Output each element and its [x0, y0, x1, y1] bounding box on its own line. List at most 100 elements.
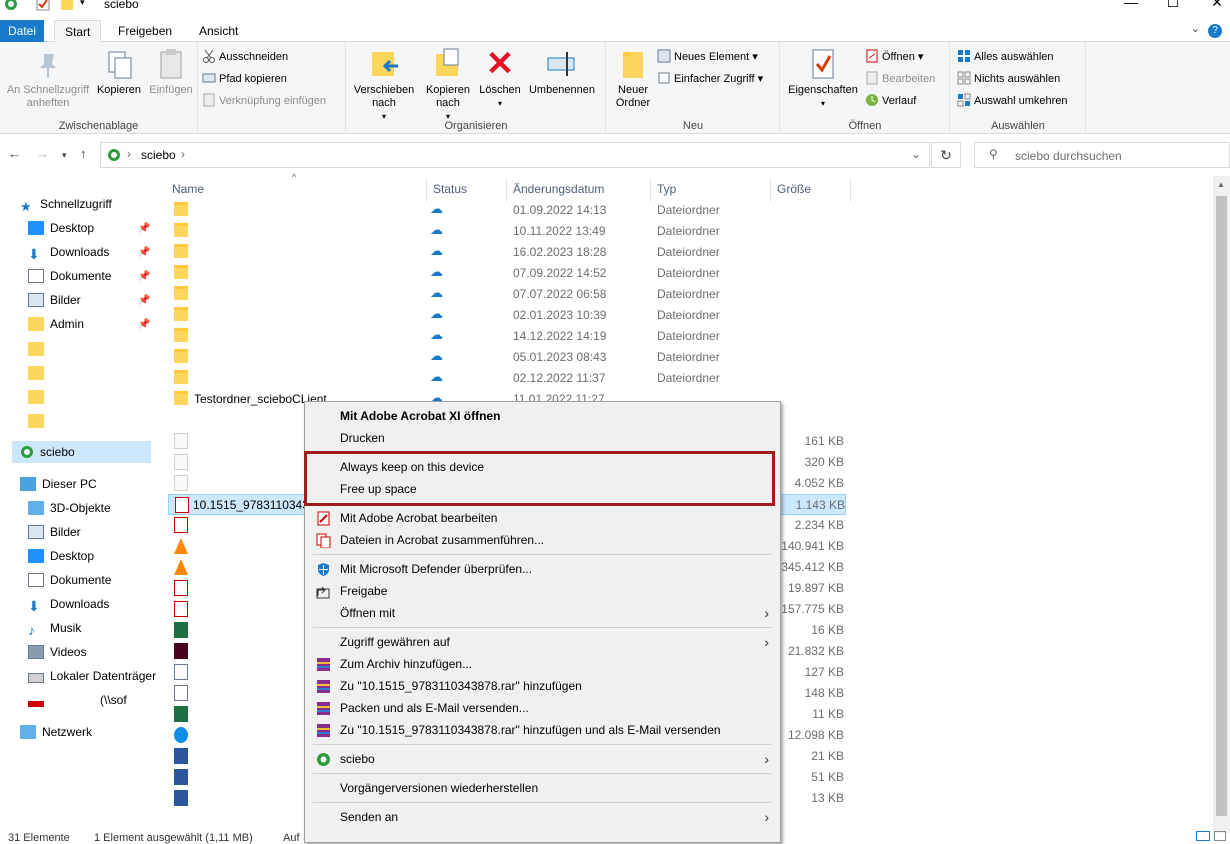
help-icon[interactable]: ?	[1208, 24, 1222, 38]
paste-button[interactable]: Einfügen	[146, 46, 196, 97]
nav-pc-downloads[interactable]: ⬇ Downloads	[28, 593, 109, 615]
table-row[interactable]: ☁ 02.01.2023 10:39 Dateiordner	[168, 305, 846, 326]
menu-edit-acrobat[interactable]: Mit Adobe Acrobat bearbeiten	[308, 507, 777, 529]
column-header-type[interactable]: Typ	[657, 182, 676, 196]
column-separator[interactable]	[770, 178, 771, 202]
nav-pc-pictures[interactable]: Bilder	[28, 521, 81, 543]
menu-restore-versions[interactable]: Vorgängerversionen wiederherstellen	[308, 777, 777, 799]
column-header-status[interactable]: Status	[433, 182, 467, 196]
select-all-button[interactable]: Alles auswählen	[957, 47, 1054, 67]
menu-share[interactable]: Freigabe	[308, 580, 777, 602]
breadcrumb[interactable]: sciebo	[141, 148, 176, 162]
menu-print[interactable]: Drucken	[308, 427, 777, 449]
nav-network-drive[interactable]: (\\sof	[28, 689, 127, 711]
nav-pc-documents[interactable]: Dokumente	[28, 569, 111, 591]
properties-quick-icon[interactable]	[36, 0, 50, 13]
nav-quick-access[interactable]: ★ Schnellzugriff	[20, 193, 112, 215]
table-row[interactable]: ☁ 07.09.2022 14:52 Dateiordner	[168, 263, 846, 284]
column-separator[interactable]	[850, 178, 851, 202]
new-folder-quick-icon[interactable]	[60, 0, 74, 13]
tab-start[interactable]: Start	[54, 20, 102, 43]
properties-button[interactable]: Eigenschaften ▾	[785, 46, 861, 110]
nav-desktop[interactable]: Desktop	[28, 217, 94, 239]
nav-folder-blurred[interactable]	[28, 386, 50, 408]
paste-shortcut-button[interactable]: Verknüpfung einfügen	[202, 91, 326, 111]
forward-arrow-icon[interactable]: →	[36, 146, 49, 161]
copy-to-button[interactable]: Kopieren nach ▾	[419, 46, 477, 123]
nav-folder-blurred[interactable]	[28, 338, 50, 360]
nav-music[interactable]: ♪ Musik	[28, 617, 81, 639]
rename-button[interactable]: Umbenennen	[525, 46, 599, 97]
menu-add-archive[interactable]: Zum Archiv hinzufügen...	[308, 653, 777, 675]
invert-selection-button[interactable]: Auswahl umkehren	[957, 91, 1068, 111]
column-header-date[interactable]: Änderungsdatum	[513, 182, 604, 196]
column-separator[interactable]	[426, 178, 427, 202]
vertical-scrollbar[interactable]: ▲	[1213, 176, 1230, 833]
menu-open-with[interactable]: Öffnen mit ›	[308, 602, 777, 624]
back-arrow-icon[interactable]: ←	[8, 146, 21, 161]
refresh-button[interactable]: ↻	[931, 142, 961, 168]
table-row[interactable]: ☁ 16.02.2023 18:28 Dateiordner	[168, 242, 846, 263]
scrollbar-thumb[interactable]	[1216, 196, 1227, 816]
nav-videos[interactable]: Videos	[28, 641, 86, 663]
nav-3d-objects[interactable]: 3D-Objekte	[28, 497, 111, 519]
menu-send-to[interactable]: Senden an ›	[308, 806, 777, 828]
nav-downloads[interactable]: ⬇ Downloads	[28, 241, 109, 263]
nav-documents[interactable]: Dokumente	[28, 265, 111, 287]
delete-button[interactable]: ✕ Löschen ▾	[477, 46, 523, 110]
minimize-button[interactable]: —	[1108, 0, 1154, 14]
copy-path-button[interactable]: Pfad kopieren	[202, 69, 287, 89]
menu-open-acrobat[interactable]: Mit Adobe Acrobat XI öffnen	[308, 405, 777, 427]
column-separator[interactable]	[506, 178, 507, 202]
up-arrow-icon[interactable]: ↑	[80, 146, 87, 161]
address-bar[interactable]: › sciebo › ⌄	[100, 142, 930, 168]
column-separator[interactable]	[650, 178, 651, 202]
move-to-button[interactable]: Verschieben nach ▾	[351, 46, 417, 123]
edit-button[interactable]: Bearbeiten	[865, 69, 935, 89]
menu-merge-acrobat[interactable]: Dateien in Acrobat zusammenführen...	[308, 529, 777, 551]
table-row[interactable]: ☁ 14.12.2022 14:19 Dateiordner	[168, 326, 846, 347]
large-icons-view-icon[interactable]	[1214, 831, 1226, 841]
ribbon-collapse-icon[interactable]: ⌄	[1191, 22, 1200, 35]
nav-pc-desktop[interactable]: Desktop	[28, 545, 94, 567]
nav-folder-blurred[interactable]	[28, 410, 50, 432]
new-item-button[interactable]: Neues Element ▾	[657, 47, 758, 67]
menu-rar-email[interactable]: Zu "10.1515_9783110343878.rar" hinzufüge…	[308, 719, 777, 741]
menu-grant-access[interactable]: Zugriff gewähren auf ›	[308, 631, 777, 653]
menu-defender-scan[interactable]: Mit Microsoft Defender überprüfen...	[308, 558, 777, 580]
nav-admin[interactable]: Admin	[28, 313, 84, 335]
maximize-button[interactable]: ☐	[1150, 0, 1196, 14]
new-folder-button[interactable]: Neuer Ordner	[609, 46, 657, 110]
recent-dropdown-icon[interactable]: ▾	[62, 150, 67, 161]
table-row[interactable]: ☁ 05.01.2023 08:43 Dateiordner	[168, 347, 846, 368]
table-row[interactable]: ☁ 10.11.2022 13:49 Dateiordner	[168, 221, 846, 242]
open-button[interactable]: Öffnen ▾	[865, 47, 923, 67]
easy-access-button[interactable]: Einfacher Zugriff ▾	[657, 69, 763, 89]
history-button[interactable]: Verlauf	[865, 91, 916, 111]
scroll-up-icon[interactable]: ▲	[1217, 180, 1225, 189]
close-button[interactable]: ✕	[1194, 0, 1230, 14]
address-dropdown-icon[interactable]: ⌄	[911, 147, 921, 161]
menu-pack-email[interactable]: Packen und als E-Mail versenden...	[308, 697, 777, 719]
nav-pictures[interactable]: Bilder	[28, 289, 81, 311]
tab-datei[interactable]: Datei	[0, 20, 44, 42]
column-header-name[interactable]: Name	[172, 182, 204, 196]
table-row[interactable]: ☁ 01.09.2022 14:13 Dateiordner	[168, 200, 846, 221]
cut-button[interactable]: Ausschneiden	[202, 47, 288, 67]
tab-ansicht[interactable]: Ansicht	[189, 20, 248, 42]
menu-sciebo[interactable]: sciebo ›	[308, 748, 777, 770]
search-input[interactable]: ⚲ sciebo durchsuchen	[974, 142, 1230, 168]
nav-local-disk[interactable]: Lokaler Datenträger	[28, 665, 156, 687]
quick-access-dropdown-icon[interactable]: ▾	[80, 0, 94, 13]
select-none-button[interactable]: Nichts auswählen	[957, 69, 1060, 89]
menu-add-rar[interactable]: Zu "10.1515_9783110343878.rar" hinzufüge…	[308, 675, 777, 697]
copy-button[interactable]: Kopieren	[94, 46, 144, 97]
tab-freigeben[interactable]: Freigeben	[108, 20, 182, 42]
table-row[interactable]: ☁ 07.07.2022 06:58 Dateiordner	[168, 284, 846, 305]
nav-network[interactable]: Netzwerk	[20, 721, 92, 743]
nav-sciebo[interactable]: sciebo	[12, 441, 151, 463]
table-row[interactable]: ☁ 02.12.2022 11:37 Dateiordner	[168, 368, 846, 389]
details-view-icon[interactable]	[1196, 831, 1210, 841]
nav-folder-blurred[interactable]	[28, 362, 50, 384]
pin-quick-access-button[interactable]: An Schnellzugriff anheften	[2, 46, 94, 110]
